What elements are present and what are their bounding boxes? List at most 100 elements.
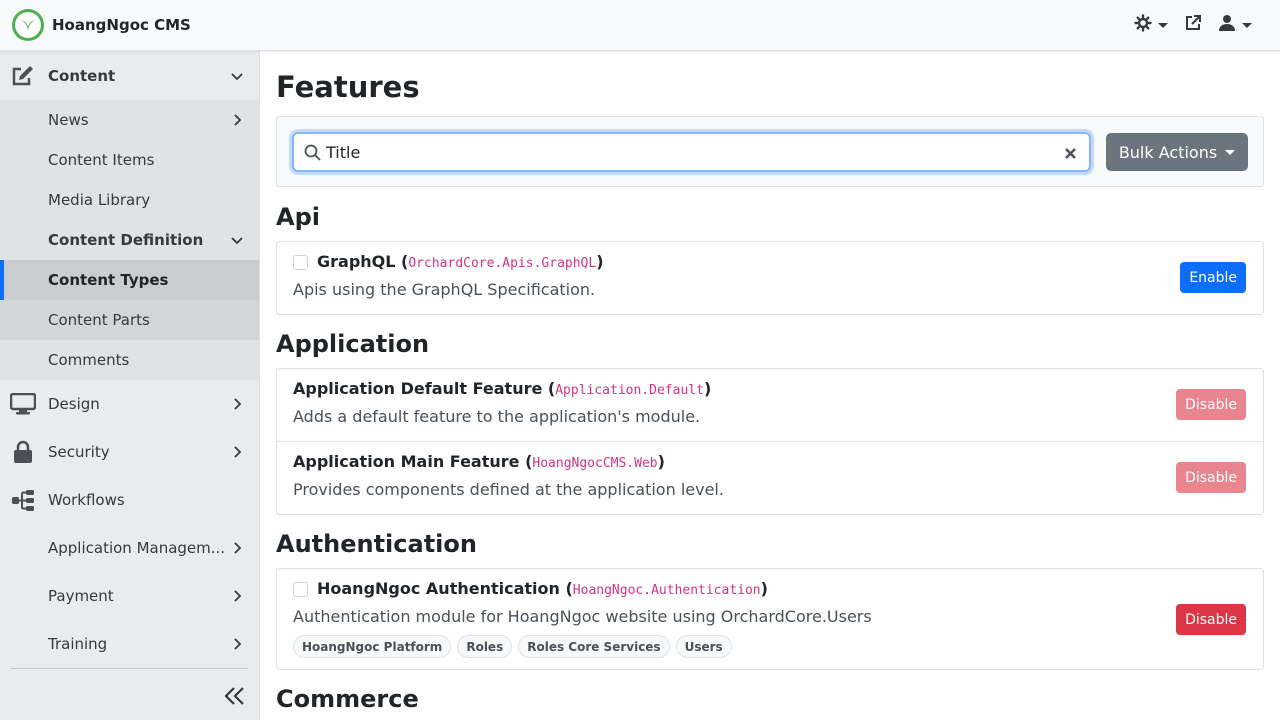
disable-button[interactable]: Disable: [1176, 389, 1246, 420]
feature-description: Adds a default feature to the applicatio…: [293, 407, 701, 426]
edit-icon: [10, 64, 36, 88]
sidebar-item-label: Media Library: [48, 191, 151, 209]
sidebar-item-label: Application Managem...: [48, 539, 226, 557]
filter-bar: Bulk Actions: [276, 116, 1264, 187]
collapse-sidebar-button[interactable]: [222, 681, 248, 715]
sidebar-item-label: Content Parts: [48, 311, 150, 329]
chevron-down-icon: [231, 70, 243, 82]
brand-link[interactable]: HoangNgoc CMS: [12, 9, 191, 41]
feature-title: Application Main Feature (HoangNgocCMS.W…: [293, 452, 665, 471]
sidebar-item-workflows[interactable]: Workflows: [0, 476, 259, 524]
feature-id: Application.Default: [555, 383, 704, 398]
sidebar-item-content[interactable]: Content: [0, 51, 259, 101]
sidebar-item-content-types[interactable]: Content Types: [0, 260, 259, 300]
sidebar-item-label: Training: [48, 635, 108, 653]
double-chevron-left-icon: [222, 687, 248, 715]
sidebar-item-label: Comments: [48, 351, 130, 369]
sidebar-item-application-management[interactable]: Application Managem...: [0, 524, 259, 572]
user-icon: [1218, 14, 1236, 36]
feature-title: Application Default Feature (Application…: [293, 379, 712, 398]
sidebar-divider: [10, 668, 248, 669]
feature-title: HoangNgoc Authentication (HoangNgoc.Auth…: [317, 579, 768, 598]
page-title: Features: [276, 70, 420, 104]
dependency-badge[interactable]: HoangNgoc Platform: [293, 635, 452, 658]
sidebar-item-label: Content Items: [48, 151, 155, 169]
chevron-right-icon: [231, 398, 243, 410]
feature-card: HoangNgoc Authentication (HoangNgoc.Auth…: [276, 568, 1264, 670]
brand-name: HoangNgoc CMS: [52, 16, 191, 34]
disable-button[interactable]: Disable: [1176, 462, 1246, 493]
external-link-icon: [1184, 14, 1202, 36]
search-input[interactable]: [326, 140, 1046, 164]
sidebar-item-label: Workflows: [48, 491, 125, 509]
workflow-icon: [10, 488, 36, 512]
feature-row: GraphQL (OrchardCore.Apis.GraphQL) Apis …: [277, 242, 1263, 314]
dependency-badge[interactable]: Users: [675, 635, 732, 658]
sidebar-item-content-parts[interactable]: Content Parts: [0, 300, 259, 340]
feature-description: Apis using the GraphQL Specification.: [293, 280, 596, 299]
feature-name: Application Main Feature: [293, 452, 520, 471]
sidebar-item-label: News: [48, 111, 89, 129]
sidebar: Content News Content Items Media Library…: [0, 51, 260, 720]
feature-checkbox[interactable]: [293, 582, 308, 597]
chevron-right-icon: [231, 542, 243, 554]
feature-id: HoangNgocCMS.Web: [532, 456, 658, 471]
feature-description: Provides components defined at the appli…: [293, 480, 724, 499]
chevron-down-icon: [1158, 22, 1168, 28]
search-icon: [304, 144, 321, 165]
feature-row: Application Main Feature (HoangNgocCMS.W…: [277, 441, 1263, 514]
theme-toggle-icon: [1134, 14, 1152, 36]
feature-card: Application Default Feature (Application…: [276, 368, 1264, 515]
feature-checkbox[interactable]: [293, 255, 308, 270]
sidebar-item-label: Content Definition: [48, 231, 204, 249]
clear-search-icon[interactable]: [1064, 145, 1077, 164]
sidebar-item-content-items[interactable]: Content Items: [0, 140, 259, 180]
feature-title: GraphQL (OrchardCore.Apis.GraphQL): [317, 252, 604, 271]
enable-button[interactable]: Enable: [1180, 262, 1246, 293]
top-navbar: HoangNgoc CMS: [0, 0, 1280, 51]
sidebar-item-media-library[interactable]: Media Library: [0, 180, 259, 220]
dependency-badge[interactable]: Roles Core Services: [518, 635, 670, 658]
chevron-right-icon: [231, 446, 243, 458]
sidebar-item-label: Security: [48, 443, 110, 461]
feature-description: Authentication module for HoangNgoc webs…: [293, 607, 872, 626]
sidebar-item-security[interactable]: Security: [0, 428, 259, 476]
sidebar-item-training[interactable]: Training: [0, 620, 259, 668]
chevron-down-icon: [1242, 22, 1252, 28]
feature-id: OrchardCore.Apis.GraphQL: [408, 256, 597, 271]
dependency-badge[interactable]: Roles: [457, 635, 513, 658]
sidebar-item-content-definition[interactable]: Content Definition: [0, 220, 259, 260]
chevron-right-icon: [231, 590, 243, 602]
sidebar-item-label: Content Types: [48, 271, 169, 289]
monitor-icon: [10, 393, 36, 415]
feature-name: GraphQL: [317, 252, 396, 271]
sidebar-item-news[interactable]: News: [0, 100, 259, 140]
feature-card: GraphQL (OrchardCore.Apis.GraphQL) Apis …: [276, 241, 1264, 315]
bulk-actions-button[interactable]: Bulk Actions: [1106, 133, 1248, 171]
chevron-down-icon: [1225, 149, 1236, 155]
category-title: Commerce: [276, 685, 419, 713]
feature-id: HoangNgoc.Authentication: [572, 583, 761, 598]
sidebar-item-payment[interactable]: Payment: [0, 572, 259, 620]
lock-icon: [10, 440, 36, 464]
search-box: [292, 132, 1091, 172]
chevron-right-icon: [231, 638, 243, 650]
chevron-down-icon: [231, 234, 243, 246]
category-title: Api: [276, 203, 320, 231]
category-title: Application: [276, 330, 430, 358]
sidebar-item-label: Content: [48, 67, 116, 85]
feature-row: HoangNgoc Authentication (HoangNgoc.Auth…: [277, 569, 1263, 669]
feature-name: Application Default Feature: [293, 379, 543, 398]
active-indicator: [0, 260, 4, 300]
bulk-actions-label: Bulk Actions: [1118, 142, 1218, 162]
visit-site-button[interactable]: [1176, 9, 1210, 41]
theme-toggle-button[interactable]: [1126, 9, 1176, 41]
disable-button[interactable]: Disable: [1176, 604, 1246, 635]
user-menu-button[interactable]: [1210, 9, 1260, 41]
sidebar-item-comments[interactable]: Comments: [0, 340, 259, 380]
brand-logo-icon: [12, 9, 44, 41]
sidebar-item-design[interactable]: Design: [0, 380, 259, 428]
chevron-right-icon: [231, 114, 243, 126]
feature-name: HoangNgoc Authentication: [317, 579, 560, 598]
sidebar-item-label: Design: [48, 395, 100, 413]
